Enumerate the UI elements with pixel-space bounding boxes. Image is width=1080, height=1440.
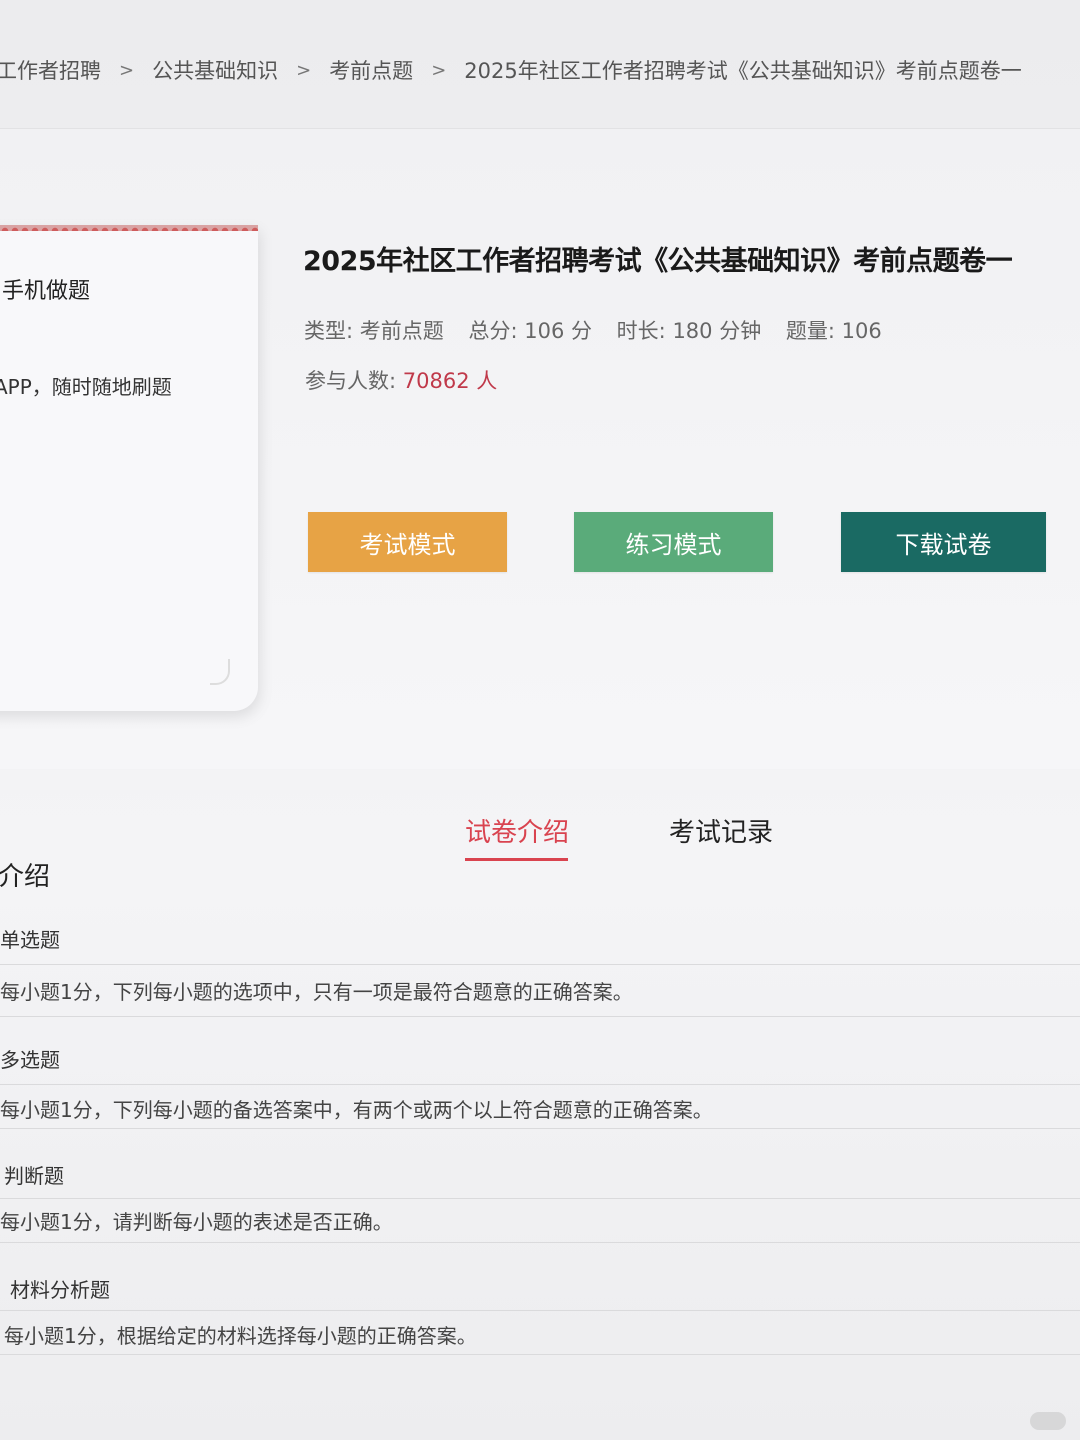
exam-score-value: 106 分 (524, 319, 592, 343)
active-tab-indicator (465, 858, 568, 861)
breadcrumb: 工作者招聘 > 公共基础知识 > 考前点题 > 2025年社区工作者招聘考试《公… (0, 50, 1022, 90)
question-type-name: 多选题 (0, 1048, 60, 1072)
mobile-app-panel: 手机做题 APP，随时随地刷题 (0, 223, 258, 711)
participants-label: 参与人数: (305, 369, 397, 393)
mobile-app-title: 手机做题 (2, 279, 91, 304)
exam-score-label: 总分: (468, 319, 518, 343)
exam-count-label: 题量: (785, 319, 835, 343)
question-type-desc: 每小题1分，下列每小题的备选答案中，有两个或两个以上符合题意的正确答案。 (0, 1098, 713, 1122)
exam-type: 类型: 考前点题 (304, 319, 444, 343)
breadcrumb-separator: > (431, 59, 447, 81)
page: 工作者招聘 > 公共基础知识 > 考前点题 > 2025年社区工作者招聘考试《公… (0, 0, 1080, 1440)
divider (0, 1084, 1080, 1085)
divider (0, 1016, 1080, 1017)
download-paper-button[interactable]: 下载试卷 (841, 512, 1046, 572)
exam-duration-value: 180 分钟 (672, 319, 762, 343)
participants-count: 70862 人 (402, 369, 498, 393)
question-type-name: 单选题 (0, 928, 60, 952)
exam-type-label: 类型: (304, 319, 354, 343)
tab-bar: 试卷介绍 考试记录 (0, 806, 1080, 866)
exam-participants: 参与人数: 70862 人 (305, 365, 497, 395)
exam-duration: 时长: 180 分钟 (617, 319, 762, 343)
breadcrumb-separator: > (296, 59, 312, 81)
breadcrumb-item-subject[interactable]: 公共基础知识 (152, 55, 278, 85)
question-type-desc: 每小题1分，下列每小题的选项中，只有一项是最符合题意的正确答案。 (0, 980, 633, 1004)
question-type-name: 材料分析题 (10, 1278, 110, 1302)
page-curl-icon (210, 659, 230, 685)
exam-score: 总分: 106 分 (468, 319, 592, 343)
breadcrumb-item-category[interactable]: 工作者招聘 (0, 55, 101, 85)
exam-count: 题量: 106 (786, 319, 882, 343)
mobile-app-desc: APP，随时随地刷题 (0, 375, 172, 399)
divider (0, 1310, 1080, 1311)
tab-paper-intro[interactable]: 试卷介绍 (465, 812, 569, 849)
scallop-border (0, 223, 258, 231)
exam-duration-label: 时长: (616, 319, 666, 343)
question-type-desc: 每小题1分，根据给定的材料选择每小题的正确答案。 (4, 1324, 477, 1348)
practice-mode-button[interactable]: 练习模式 (574, 512, 773, 572)
breadcrumb-separator: > (119, 59, 135, 81)
question-type-name: 判断题 (4, 1164, 64, 1188)
divider (0, 1128, 1080, 1129)
breadcrumb-item-current: 2025年社区工作者招聘考试《公共基础知识》考前点题卷一 (464, 59, 1022, 83)
divider (0, 1354, 1080, 1355)
exam-mode-button[interactable]: 考试模式 (308, 512, 507, 572)
question-type-desc: 每小题1分，请判断每小题的表述是否正确。 (0, 1210, 393, 1234)
exam-type-value: 考前点题 (359, 319, 444, 343)
exam-info-card: 手机做题 APP，随时随地刷题 2025年社区工作者招聘考试《公共基础知识》考前… (0, 128, 1080, 769)
exam-count-value: 106 (841, 319, 882, 343)
breadcrumb-item-section[interactable]: 考前点题 (329, 55, 413, 85)
tab-exam-records[interactable]: 考试记录 (669, 812, 773, 849)
intro-section-title: 介绍 (0, 862, 51, 892)
watermark-badge-icon (1030, 1412, 1066, 1430)
exam-title: 2025年社区工作者招聘考试《公共基础知识》考前点题卷一 (303, 246, 1013, 277)
divider (0, 1242, 1080, 1243)
divider (0, 964, 1080, 965)
exam-meta-row: 类型: 考前点题 总分: 106 分 时长: 180 分钟 题量: 106 (304, 315, 900, 345)
divider (0, 1198, 1080, 1199)
